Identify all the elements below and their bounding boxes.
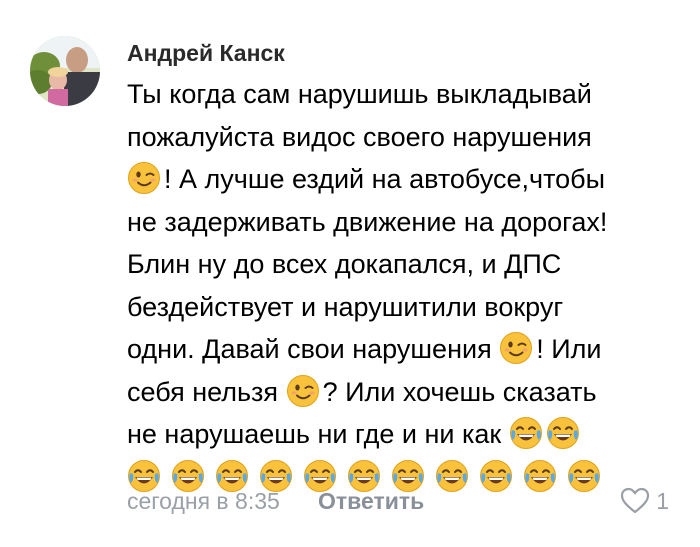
avatar[interactable] — [30, 36, 100, 106]
tears-of-joy-face-emoji — [546, 416, 580, 450]
comment-line: себя нельзя ? Или хочешь сказать — [127, 371, 687, 414]
tears-of-joy-face-emoji — [509, 416, 543, 450]
like-button[interactable]: 1 — [620, 486, 669, 516]
comment-line: Блин ну до всех докапался, и ДПС — [127, 243, 687, 286]
winking-face-emoji — [499, 331, 533, 365]
comment-line-text: одни. Давай свои нарушения — [127, 334, 500, 364]
comment-line: бездействует и нарушитили вокруг — [127, 286, 687, 329]
comment-line-text: Блин ну до всех докапался, и ДПС — [127, 249, 562, 279]
comment-line-text: себя нельзя — [127, 376, 286, 407]
comment-line-text: не задерживать движение на дорогах! — [127, 206, 608, 237]
comment-line: не задерживать движение на дорогах! — [127, 201, 687, 244]
comment-time: сегодня в 8:35 — [127, 488, 280, 514]
author-name[interactable]: Андрей Канск — [127, 38, 285, 68]
comment-line-text: Ты когда сам нарушишь выкладывай — [127, 79, 592, 109]
comment-line-text: пожалуйста видос своего нарушения — [127, 121, 592, 152]
comment-line-text: ! А лучше ездий на автобусе,чтобы — [164, 164, 606, 194]
comment-line: Ты когда сам нарушишь выкладывай — [127, 73, 687, 116]
comment: Андрей Канск Ты когда сам нарушишь выкла… — [0, 0, 700, 547]
comment-footer: сегодня в 8:35 Ответить 1 — [127, 486, 687, 516]
comment-line: не нарушаешь ни где и ни как — [127, 413, 687, 456]
winking-face-emoji — [286, 374, 320, 408]
winking-face-emoji — [127, 161, 161, 195]
comment-line-text: не нарушаешь ни где и ни как — [127, 419, 509, 449]
comment-line: одни. Давай свои нарушения ! Или — [127, 328, 687, 371]
avatar-photo — [30, 36, 100, 106]
comment-line-text: бездействует и нарушитили вокруг — [127, 291, 564, 322]
comment-text: Ты когда сам нарушишь выкладывай пожалуйс… — [127, 73, 687, 498]
reply-button[interactable]: Ответить — [318, 486, 424, 516]
like-count: 1 — [656, 488, 669, 514]
comment-line: пожалуйста видос своего нарушения — [127, 116, 687, 159]
comment-line-text: ? Или хочешь сказать — [322, 376, 597, 407]
comment-line: ! А лучше ездий на автобусе,чтобы — [127, 158, 687, 201]
heart-outline-icon — [620, 487, 650, 515]
comment-line-text: ! Или — [536, 334, 602, 364]
